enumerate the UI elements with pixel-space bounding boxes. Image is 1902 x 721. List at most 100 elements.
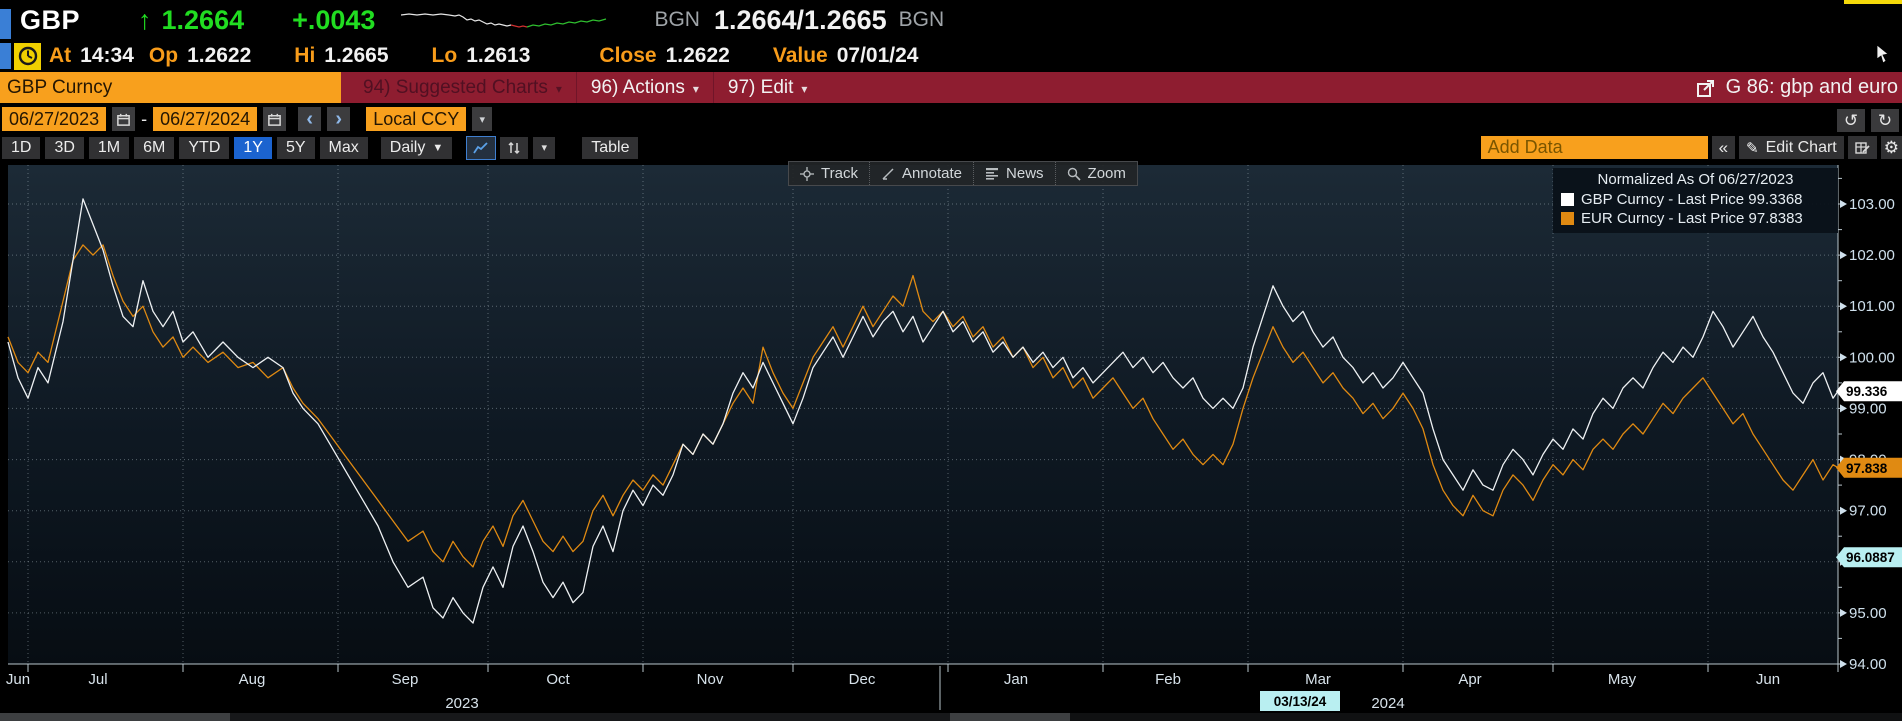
- collapse-panel-button[interactable]: «: [1711, 136, 1736, 159]
- chart-settings-icon[interactable]: [1847, 136, 1877, 159]
- ticker-symbol: GBP: [20, 4, 81, 35]
- bid-ask: 1.2664/1.2665: [713, 4, 887, 35]
- edit-chart-button[interactable]: ✎ Edit Chart: [1739, 136, 1844, 159]
- news-icon: [986, 168, 999, 180]
- x-axis-month-label: Jan: [1004, 671, 1028, 688]
- add-data-input[interactable]: Add Data: [1480, 136, 1708, 159]
- direction-up-icon: ↑: [138, 4, 152, 35]
- period-tab-1m[interactable]: 1M: [88, 136, 130, 159]
- period-tab-1d[interactable]: 1D: [2, 136, 41, 159]
- cursor-icon: [1876, 45, 1889, 64]
- x-axis-month-label: Jun: [6, 671, 30, 688]
- end-date-input[interactable]: 06/27/2024: [153, 107, 258, 131]
- gbp-last-badge-text: 99.336: [1846, 384, 1888, 399]
- function-toolbar: GBP Curncy 94) Suggested Charts ▾ 96) Act…: [0, 72, 1902, 103]
- legend-label-eur: EUR Curncy - Last Price 97.8383: [1581, 210, 1803, 227]
- legend-label-gbp: GBP Curncy - Last Price 99.3368: [1581, 191, 1803, 208]
- x-axis-month-label: Oct: [546, 671, 570, 688]
- y-axis-label: 99.00: [1849, 400, 1887, 417]
- security-field[interactable]: GBP Curncy: [0, 72, 341, 103]
- y-tick-arrow: [1840, 251, 1847, 260]
- legend-row-gbp[interactable]: GBP Curncy - Last Price 99.3368: [1561, 190, 1830, 209]
- annotate-pencil-icon: [882, 167, 894, 180]
- stat-hi: Hi 1.2665: [294, 44, 389, 67]
- suggested-charts-menu[interactable]: 94) Suggested Charts ▾: [363, 77, 562, 99]
- y-tick-arrow: [1840, 660, 1847, 668]
- clock-icon[interactable]: [14, 42, 41, 70]
- gear-icon[interactable]: ⚙: [1880, 136, 1902, 159]
- chevron-down-icon: ▾: [555, 82, 562, 96]
- chevron-down-icon: ▾: [801, 82, 808, 96]
- annotate-button[interactable]: Annotate: [868, 162, 973, 185]
- y-axis-label: 97.00: [1849, 503, 1887, 520]
- range-forward-button[interactable]: ›: [327, 107, 351, 131]
- pricing-source-left: BGN: [654, 8, 700, 31]
- y-tick-arrow: [1840, 200, 1847, 208]
- range-bar: 06/27/2023 - 06/27/2024 ‹ › Local CCY ▾: [0, 103, 1902, 135]
- price-change: +.0043: [292, 4, 376, 35]
- stat-close: Close 1.2622: [599, 44, 730, 67]
- y-axis-label: 95.00: [1849, 605, 1887, 622]
- y-axis-label: 103.00: [1849, 196, 1895, 213]
- x-axis-month-label: Mar: [1305, 671, 1331, 688]
- bloomberg-terminal-window: GBP ↑ 1.2664 +.0043 BGN 1.2664/1.2665 BG…: [0, 0, 1902, 721]
- edit-menu[interactable]: 97) Edit ▾: [712, 72, 822, 103]
- year-label: 2024: [1371, 695, 1404, 712]
- end-date-calendar-icon[interactable]: [263, 107, 287, 131]
- period-tab-5y[interactable]: 5Y: [276, 136, 315, 159]
- undo-button[interactable]: ↺: [1837, 109, 1865, 132]
- stats-bar: At 14:34 Op 1.2622 Hi 1.2665 Lo 1.2613 Close 1.26…: [0, 40, 1902, 72]
- period-tab-6m[interactable]: 6M: [134, 136, 175, 159]
- export-icon[interactable]: [1696, 78, 1716, 98]
- period-tab-ytd[interactable]: YTD: [179, 136, 230, 159]
- chart-type-caret[interactable]: ▾: [533, 136, 556, 159]
- x-axis-month-label: Apr: [1458, 671, 1481, 688]
- eur-last-badge-text: 97.838: [1846, 461, 1888, 476]
- y-axis-label: 101.00: [1849, 298, 1895, 315]
- panel-marker-2: [0, 43, 11, 69]
- bottom-edge-segment: [1070, 713, 1902, 721]
- currency-mode-caret[interactable]: ▾: [472, 107, 493, 131]
- plot-area[interactable]: [8, 165, 1838, 664]
- legend-title: Normalized As Of 06/27/2023: [1597, 171, 1794, 188]
- y-tick-arrow: [1840, 302, 1847, 311]
- x-axis-month-label: Jul: [88, 671, 107, 688]
- legend-row-eur[interactable]: EUR Curncy - Last Price 97.8383: [1561, 209, 1830, 228]
- news-button[interactable]: News: [973, 162, 1055, 185]
- start-date-calendar-icon[interactable]: [112, 107, 136, 131]
- frequency-select[interactable]: Daily ▼: [380, 136, 453, 159]
- range-separator: -: [141, 108, 148, 129]
- zoom-button[interactable]: Zoom: [1054, 162, 1137, 185]
- x-axis-month-label: Nov: [697, 671, 724, 688]
- compare-axes-icon[interactable]: [500, 136, 529, 159]
- line-chart-type-icon[interactable]: [466, 135, 497, 160]
- x-axis-month-label: Jun: [1756, 671, 1780, 688]
- actions-menu[interactable]: 96) Actions ▾: [575, 72, 713, 103]
- year-label: 2023: [445, 695, 478, 712]
- period-tab-max[interactable]: Max: [319, 136, 368, 159]
- price-chart[interactable]: 94.0095.0096.0097.0098.0099.00100.00101.…: [0, 160, 1902, 713]
- sparkline-segment-2: [527, 18, 607, 28]
- period-tab-1y[interactable]: 1Y: [234, 136, 272, 159]
- sparkline-segment-0: [401, 13, 512, 27]
- period-tabs: 1D 3D 1M 6M YTD 1Y 5Y Max: [2, 136, 368, 159]
- last-price: 1.2664: [161, 4, 245, 35]
- period-bar: 1D 3D 1M 6M YTD 1Y 5Y Max Daily ▼ ▾ Table Add Da…: [0, 135, 1902, 160]
- start-date-input[interactable]: 06/27/2023: [2, 107, 107, 131]
- chart-toolbar: Track Annotate News Zoom: [788, 161, 1138, 186]
- y-axis-label: 94.00: [1849, 656, 1887, 673]
- stat-value: Value 07/01/24: [772, 44, 919, 67]
- sparkline-segment-1: [511, 24, 528, 28]
- period-tab-3d[interactable]: 3D: [45, 136, 84, 159]
- range-back-button[interactable]: ‹: [298, 107, 322, 131]
- chart-panel: 94.0095.0096.0097.0098.0099.00100.00101.…: [0, 160, 1902, 713]
- redo-button[interactable]: ↻: [1871, 109, 1899, 132]
- bottom-edge-segment: [230, 713, 950, 721]
- currency-mode-select[interactable]: Local CCY: [366, 107, 467, 131]
- table-button[interactable]: Table: [582, 136, 639, 159]
- y-tick-arrow: [1840, 404, 1847, 413]
- panel-marker: [0, 9, 11, 39]
- y-axis-label: 102.00: [1849, 247, 1895, 264]
- crosshair-icon: [800, 166, 814, 181]
- track-button[interactable]: Track: [789, 162, 869, 185]
